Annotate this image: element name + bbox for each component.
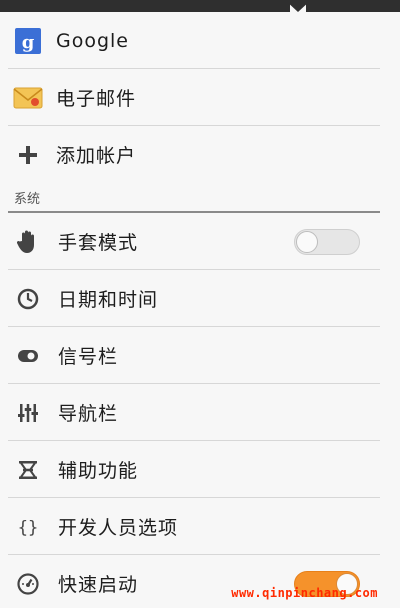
section-title: 系统	[14, 192, 41, 207]
watermark-text: www.qinpinchang.com	[231, 586, 378, 600]
settings-list: g Google 电子邮件 添加帐户 系统 手套模式 日期和时间 信号栏 导航栏…	[0, 12, 400, 608]
setting-item-label: 辅助功能	[58, 460, 139, 482]
setting-item-label: 开发人员选项	[58, 517, 179, 539]
account-item-label: 电子邮件	[56, 88, 137, 110]
account-item-label: Google	[56, 29, 130, 52]
status-strip-left	[0, 0, 290, 12]
status-bar-icon	[13, 341, 43, 371]
add-account-button[interactable]: 添加帐户	[0, 126, 400, 183]
accessibility-icon	[13, 455, 43, 485]
top-status-strip	[0, 0, 400, 12]
setting-item-label: 快速启动	[58, 574, 139, 596]
setting-item-label: 手套模式	[58, 232, 139, 254]
svg-text:g: g	[22, 32, 35, 53]
setting-item-label: 信号栏	[58, 346, 119, 368]
speedometer-icon	[13, 569, 43, 599]
setting-item-developer-options[interactable]: {} 开发人员选项	[0, 498, 400, 555]
setting-item-fast-boot[interactable]: 快速启动	[0, 555, 400, 608]
setting-item-status-bar[interactable]: 信号栏	[0, 327, 400, 384]
add-account-label: 添加帐户	[56, 145, 137, 167]
setting-item-label: 导航栏	[58, 403, 119, 425]
setting-item-navigation-bar[interactable]: 导航栏	[0, 384, 400, 441]
equalizer-sliders-icon	[13, 398, 43, 428]
svg-text:{}: {}	[18, 518, 38, 538]
email-envelope-icon	[13, 83, 43, 113]
section-header-system: 系统	[0, 183, 400, 213]
google-icon: g	[13, 26, 43, 56]
plus-icon	[13, 140, 43, 170]
account-item-email[interactable]: 电子邮件	[0, 69, 400, 126]
status-strip-right	[306, 0, 400, 12]
glove-hand-icon	[13, 227, 43, 257]
braces-icon: {}	[13, 512, 43, 542]
toggle-knob	[296, 230, 318, 253]
glove-mode-toggle[interactable]	[294, 228, 360, 255]
account-item-google[interactable]: g Google	[0, 12, 400, 69]
clock-icon	[13, 284, 43, 314]
setting-item-accessibility[interactable]: 辅助功能	[0, 441, 400, 498]
setting-item-label: 日期和时间	[58, 289, 159, 311]
setting-item-date-time[interactable]: 日期和时间	[0, 270, 400, 327]
setting-item-glove-mode[interactable]: 手套模式	[0, 213, 400, 270]
